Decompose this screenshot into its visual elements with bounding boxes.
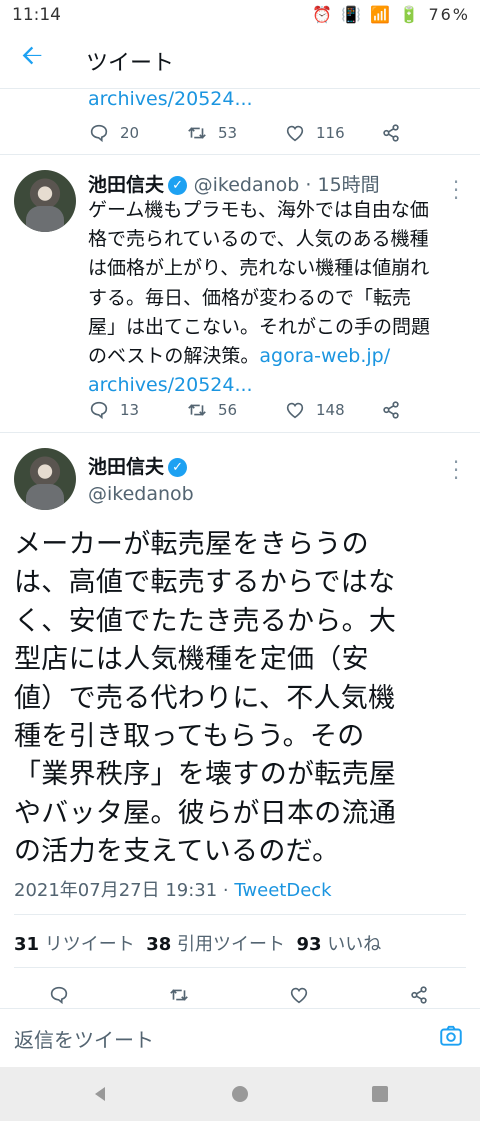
camera-icon[interactable]	[438, 1023, 464, 1049]
likes-stat[interactable]: 93 いいね	[297, 934, 382, 955]
author-handle: @ikedanob	[88, 483, 194, 505]
comment-icon	[90, 401, 108, 420]
app-header: ツイート	[0, 32, 480, 89]
nav-recents-icon[interactable]	[350, 1067, 410, 1121]
comment-icon	[90, 124, 108, 143]
comment-icon	[50, 986, 68, 1005]
retweet-button[interactable]: 53	[186, 118, 237, 148]
stats-divider	[14, 967, 466, 968]
retweet-count: 56	[218, 401, 238, 419]
tweet-text: ゲーム機もプラモも、海外では自由な価 格で売られているので、人気のある機種 は価…	[88, 196, 468, 400]
share-icon	[383, 401, 399, 419]
tweet-stats: 31 リツイート 38 引用ツイート 93 いいね	[14, 930, 381, 956]
like-button[interactable]: 116	[284, 118, 345, 148]
more-options-icon[interactable]: · · ·	[450, 452, 462, 488]
reply-button[interactable]: 13	[88, 395, 139, 425]
reply-input[interactable]: 返信をツイート	[14, 1024, 154, 1053]
retweet-button[interactable]: 56	[186, 395, 237, 425]
tweet-text-line: く、安値でたたき売るから。大	[14, 605, 397, 637]
tweet-meta: 2021年07月27日 19:31 · TweetDeck	[14, 876, 332, 902]
author-line: 池田信夫 ✓ @ikedanob · 15時間	[88, 170, 380, 197]
author-name[interactable]: 池田信夫	[88, 456, 164, 478]
status-time: 11:14	[12, 5, 61, 25]
share-button[interactable]	[380, 395, 402, 425]
like-count: 148	[316, 401, 345, 419]
status-bar: 11:14 ⏰ 📳 📶 🔋 76%	[0, 0, 480, 32]
meta-divider	[14, 914, 466, 915]
quotes-label: 引用ツイート	[177, 934, 286, 955]
main-tweet-actions	[0, 980, 480, 1010]
tweet-text-line: やバッタ屋。彼らが日本の流通	[14, 797, 397, 829]
tweet-text-line-last: のベストの解決策。agora-web.jp/	[88, 342, 468, 371]
tweet-text-tail: のベストの解決策。	[88, 345, 260, 368]
status-icons-glyphs: ⏰ 📳 📶 🔋	[312, 5, 422, 24]
prev-tweet-actions: 20 53 116	[0, 118, 480, 148]
reply-button[interactable]: 20	[88, 118, 139, 148]
tweet-text-line: は、高値で転売するからではな	[14, 567, 396, 599]
like-button[interactable]	[288, 980, 310, 1010]
main-tweet-text: メーカーが転売屋をきらうの は、高値で転売するからではな く、安値でたたき売るか…	[14, 526, 470, 872]
nav-back-icon[interactable]	[70, 1067, 130, 1121]
author-name[interactable]: 池田信夫	[88, 174, 164, 196]
prev-tweet-link[interactable]: archives/20524...	[88, 88, 253, 110]
reply-button[interactable]	[48, 980, 70, 1010]
retweets-stat[interactable]: 31 リツイート	[14, 934, 135, 955]
heart-icon	[290, 987, 308, 1004]
tweet-text-line: の活力を支えているのだ。	[14, 836, 340, 868]
tweet-text-line: する。毎日、価格が変わるので「転売	[88, 286, 412, 309]
tweet-text-line: 屋」は出てこない。それがこの手の問題	[88, 315, 431, 338]
retweets-label: リツイート	[44, 934, 135, 955]
avatar[interactable]	[14, 170, 76, 232]
reply-composer[interactable]: 返信をツイート	[0, 1008, 480, 1067]
tweet-text-line: 型店には人気機種を定価（安	[14, 644, 369, 676]
tweet-link[interactable]: agora-web.jp/	[259, 345, 390, 367]
nav-home-icon[interactable]	[210, 1067, 270, 1121]
share-button[interactable]	[380, 118, 402, 148]
reply-count: 20	[120, 124, 140, 142]
tweet-text-line: は価格が上がり、売れない機種は値崩れ	[88, 257, 430, 280]
reply-count: 13	[120, 401, 140, 419]
like-button[interactable]: 148	[284, 395, 345, 425]
likes-num: 93	[296, 934, 322, 955]
battery-level: 76%	[428, 5, 470, 24]
retweet-button[interactable]	[168, 980, 190, 1010]
tweet-text-line: 値）で売る代わりに、不人気機	[14, 682, 396, 714]
system-nav-bar	[0, 1067, 480, 1121]
tweet-text-line: 格で売られているので、人気のある機種	[88, 228, 429, 251]
reply-tweet-actions: 13 56 148	[0, 395, 480, 425]
main-author-name-row: 池田信夫 ✓	[88, 452, 188, 479]
tweet-text-line: メーカーが転売屋をきらうの	[14, 529, 369, 560]
author-handle: @ikedanob · 15時間	[193, 174, 380, 196]
tweet-text-line: 「業界秩序」を壊すのが転売屋	[14, 759, 397, 791]
verified-badge-icon: ✓	[168, 176, 188, 195]
verified-badge-icon: ✓	[168, 458, 188, 477]
share-button[interactable]	[408, 980, 430, 1010]
tweet-divider	[0, 154, 480, 155]
tweet-timestamp[interactable]: 2021年07月27日 19:31 ·	[14, 880, 234, 901]
retweet-icon	[188, 404, 206, 416]
tweet-source[interactable]: TweetDeck	[234, 880, 331, 901]
heart-icon	[286, 402, 304, 419]
retweets-num: 31	[14, 934, 40, 955]
retweet-icon	[170, 989, 188, 1001]
avatar[interactable]	[14, 448, 76, 510]
retweet-icon	[188, 127, 206, 139]
tweet-divider	[0, 432, 480, 433]
like-count: 116	[316, 124, 345, 142]
quotes-stat[interactable]: 38 引用ツイート	[146, 934, 285, 955]
share-icon	[383, 124, 399, 142]
retweet-count: 53	[218, 124, 238, 142]
share-icon	[411, 986, 427, 1004]
status-icons: ⏰ 📳 📶 🔋 76%	[312, 5, 470, 24]
tweet-text-line: ゲーム機もプラモも、海外では自由な価	[88, 199, 429, 221]
arrow-left-icon[interactable]	[18, 42, 48, 72]
tweet-text-line: 種を引き取ってもらう。その	[14, 721, 365, 753]
quotes-num: 38	[146, 934, 172, 955]
heart-icon	[286, 125, 304, 142]
likes-label: いいね	[327, 934, 382, 955]
page-title: ツイート	[86, 51, 175, 76]
